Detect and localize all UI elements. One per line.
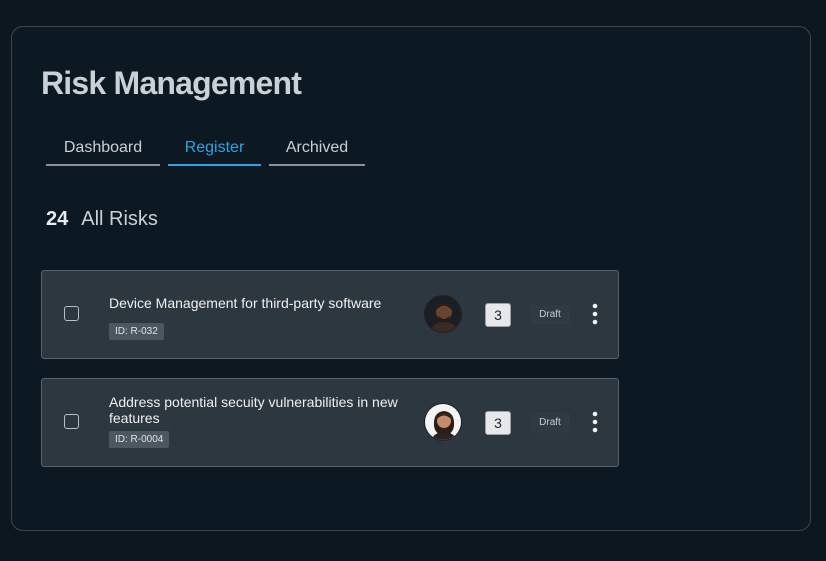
tab-archived[interactable]: Archived — [269, 133, 365, 166]
vertical-ellipsis-icon — [592, 411, 598, 433]
count-badge: 3 — [485, 411, 511, 435]
risk-count-heading: 24 All Risks — [46, 208, 158, 231]
owner-avatar[interactable] — [424, 403, 462, 441]
person-avatar-icon — [425, 296, 461, 332]
tab-register[interactable]: Register — [168, 133, 261, 166]
risk-card[interactable]: Address potential secuity vulnerabilitie… — [41, 378, 619, 467]
vertical-ellipsis-icon — [592, 303, 598, 325]
more-options-button[interactable] — [586, 408, 604, 438]
count-badge: 3 — [485, 303, 511, 327]
tab-bar: Dashboard Register Archived — [46, 133, 365, 166]
risk-card[interactable]: Device Management for third-party softwa… — [41, 270, 619, 359]
risk-management-panel: Risk Management Dashboard Register Archi… — [11, 26, 811, 531]
risk-count-label: All Risks — [81, 208, 158, 230]
owner-avatar[interactable] — [424, 295, 462, 333]
more-options-button[interactable] — [586, 300, 604, 330]
status-badge: Draft — [530, 413, 570, 433]
risk-id-badge: ID: R-032 — [109, 323, 164, 340]
person-avatar-icon — [425, 404, 461, 440]
risk-select-checkbox[interactable] — [64, 306, 79, 321]
tab-dashboard[interactable]: Dashboard — [46, 133, 160, 166]
risk-title: Address potential secuity vulnerabilitie… — [109, 394, 398, 426]
risk-id-badge: ID: R-0004 — [109, 431, 170, 448]
status-badge: Draft — [530, 305, 570, 325]
page-title: Risk Management — [41, 65, 302, 101]
risk-select-checkbox[interactable] — [64, 414, 79, 429]
risk-title: Device Management for third-party softwa… — [109, 295, 382, 311]
risk-count: 24 — [46, 208, 69, 230]
